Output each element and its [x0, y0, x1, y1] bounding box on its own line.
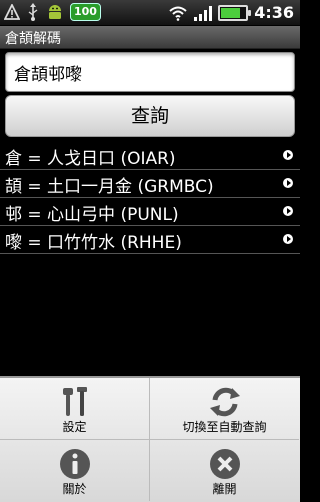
query-button[interactable]: 查詢	[5, 95, 295, 137]
wrench-screwdriver-icon	[62, 387, 87, 416]
status-bar: 100 4:36	[0, 0, 300, 26]
menu-item-about[interactable]: 關於	[0, 440, 150, 501]
list-item-text: 倉 = 人戈日口 (OIAR)	[5, 149, 176, 169]
list-item-text: 嚟 = 口竹竹水 (RHHE)	[5, 233, 182, 253]
list-item-text: 頡 = 土口一月金 (GRMBC)	[5, 177, 214, 197]
query-input[interactable]: 倉頡邨嚟	[5, 52, 295, 92]
query-input-value: 倉頡邨嚟	[14, 65, 82, 85]
chevron-right-icon	[283, 234, 293, 244]
list-item[interactable]: 嚟 = 口竹竹水 (RHHE)	[0, 226, 300, 254]
battery-icon	[218, 4, 252, 21]
menu-label: 切換至自動查詢	[182, 420, 267, 434]
chevron-right-icon	[283, 206, 293, 216]
list-item[interactable]: 頡 = 土口一月金 (GRMBC)	[0, 170, 300, 198]
status-time: 4:36	[254, 3, 294, 22]
list-item[interactable]: 邨 = 心山弓中 (PUNL)	[0, 198, 300, 226]
signal-icon	[194, 5, 213, 21]
menu-item-settings[interactable]: 設定	[0, 378, 150, 440]
menu-item-exit[interactable]: 離開	[150, 440, 299, 501]
menu-label: 設定	[62, 420, 87, 434]
list-item[interactable]: 倉 = 人戈日口 (OIAR)	[0, 142, 300, 170]
usb-icon	[28, 3, 38, 21]
results-list: 倉 = 人戈日口 (OIAR) 頡 = 土口一月金 (GRMBC) 邨 = 心山…	[0, 142, 300, 254]
menu-label: 關於	[62, 482, 87, 496]
chevron-right-icon	[283, 178, 293, 188]
notification-badge: 100	[70, 3, 101, 21]
list-item-text: 邨 = 心山弓中 (PUNL)	[5, 205, 179, 225]
options-menu: 設定 切換至自動查詢 關於 離開	[0, 376, 300, 502]
app-title: 倉頡解碼	[5, 31, 61, 47]
menu-item-auto-query[interactable]: 切換至自動查詢	[150, 378, 299, 440]
android-icon	[49, 5, 61, 19]
close-icon	[209, 449, 240, 479]
warning-icon	[4, 4, 20, 20]
menu-label: 離開	[212, 482, 237, 496]
wifi-icon	[169, 6, 187, 21]
title-bar: 倉頡解碼	[0, 26, 300, 49]
refresh-icon	[209, 387, 240, 417]
chevron-right-icon	[283, 150, 293, 160]
info-icon	[59, 449, 90, 479]
